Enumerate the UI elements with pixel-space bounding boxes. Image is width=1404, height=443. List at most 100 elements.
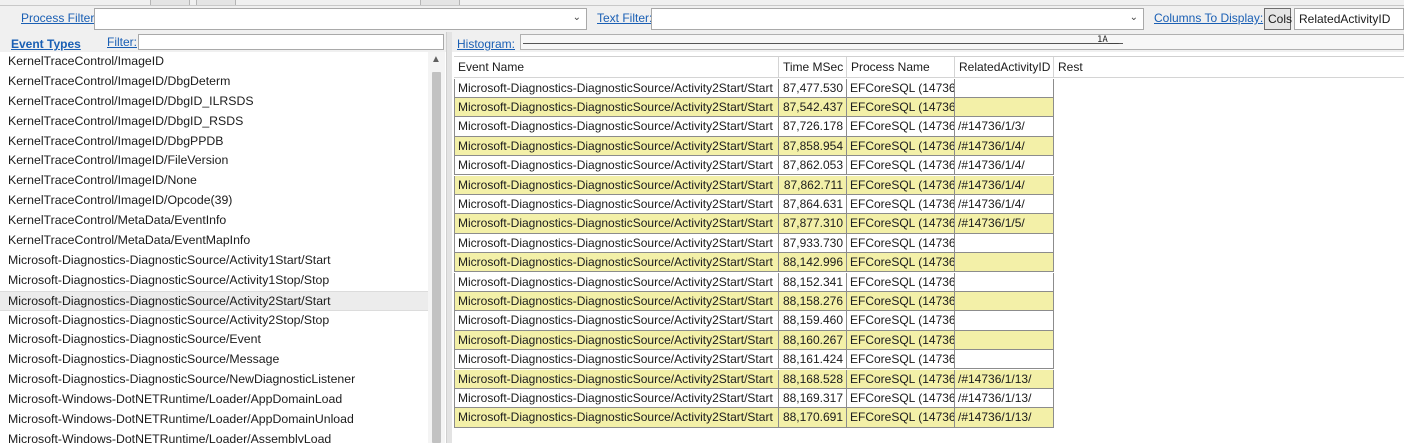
cell-process-name[interactable]: EFCoreSQL (14736): [847, 350, 955, 370]
table-row[interactable]: Microsoft-Diagnostics-DiagnosticSource/A…: [454, 330, 1054, 351]
chevron-down-icon[interactable]: ⌄: [1130, 12, 1138, 23]
cell-related-activity-id[interactable]: [955, 330, 1054, 351]
cell-related-activity-id[interactable]: /#14736/1/13/: [955, 408, 1054, 428]
event-type-item[interactable]: Microsoft-Windows-DotNETRuntime/Loader/A…: [0, 390, 428, 410]
table-row[interactable]: Microsoft-Diagnostics-DiagnosticSource/A…: [454, 97, 1054, 118]
scroll-up-icon[interactable]: ▲: [431, 54, 441, 65]
cell-event-name[interactable]: Microsoft-Diagnostics-DiagnosticSource/A…: [454, 175, 779, 195]
event-types-filter-input[interactable]: [138, 34, 444, 50]
table-row[interactable]: Microsoft-Diagnostics-DiagnosticSource/A…: [454, 233, 1054, 254]
table-row[interactable]: Microsoft-Diagnostics-DiagnosticSource/A…: [454, 214, 1054, 234]
table-row[interactable]: Microsoft-Diagnostics-DiagnosticSource/A…: [454, 369, 1054, 389]
event-type-item[interactable]: KernelTraceControl/ImageID/FileVersion: [0, 151, 428, 171]
panel-splitter[interactable]: [446, 32, 452, 443]
cell-time-msec[interactable]: 87,542.437: [779, 97, 847, 118]
cell-related-activity-id[interactable]: [955, 97, 1054, 118]
cell-related-activity-id[interactable]: /#14736/1/4/: [955, 136, 1054, 157]
cols-button[interactable]: Cols: [1264, 8, 1292, 30]
cell-related-activity-id[interactable]: [955, 311, 1054, 331]
table-row[interactable]: Microsoft-Diagnostics-DiagnosticSource/A…: [454, 388, 1054, 409]
scrollbar-thumb[interactable]: [432, 72, 441, 443]
cell-event-name[interactable]: Microsoft-Diagnostics-DiagnosticSource/A…: [454, 78, 779, 98]
cell-event-name[interactable]: Microsoft-Diagnostics-DiagnosticSource/A…: [454, 272, 779, 292]
cell-time-msec[interactable]: 88,160.267: [779, 330, 847, 351]
event-type-item[interactable]: Microsoft-Windows-DotNETRuntime/Loader/A…: [0, 430, 428, 443]
cell-time-msec[interactable]: 88,159.460: [779, 311, 847, 331]
cell-event-name[interactable]: Microsoft-Diagnostics-DiagnosticSource/A…: [454, 194, 779, 215]
table-row[interactable]: Microsoft-Diagnostics-DiagnosticSource/A…: [454, 175, 1054, 195]
cell-process-name[interactable]: EFCoreSQL (14736): [847, 214, 955, 234]
event-type-item[interactable]: KernelTraceControl/MetaData/EventInfo: [0, 211, 428, 231]
text-filter-combo[interactable]: ⌄: [651, 8, 1144, 30]
column-header-related-activity-id[interactable]: RelatedActivityID: [955, 57, 1054, 78]
cell-time-msec[interactable]: 88,170.691: [779, 408, 847, 428]
table-row[interactable]: Microsoft-Diagnostics-DiagnosticSource/A…: [454, 311, 1054, 331]
chevron-down-icon[interactable]: ⌄: [573, 12, 581, 23]
cell-process-name[interactable]: EFCoreSQL (14736): [847, 388, 955, 409]
event-type-item[interactable]: KernelTraceControl/ImageID/DbgPPDB: [0, 132, 428, 152]
cell-event-name[interactable]: Microsoft-Diagnostics-DiagnosticSource/A…: [454, 233, 779, 254]
event-type-item[interactable]: Microsoft-Diagnostics-DiagnosticSource/A…: [0, 290, 428, 311]
cell-process-name[interactable]: EFCoreSQL (14736): [847, 253, 955, 273]
cell-process-name[interactable]: EFCoreSQL (14736): [847, 117, 955, 137]
table-row[interactable]: Microsoft-Diagnostics-DiagnosticSource/A…: [454, 291, 1054, 312]
table-row[interactable]: Microsoft-Diagnostics-DiagnosticSource/A…: [454, 194, 1054, 215]
column-header-event-name[interactable]: Event Name: [454, 57, 779, 78]
event-types-list[interactable]: KernelTraceControl/ImageID KernelTraceCon…: [0, 52, 428, 443]
event-types-scrollbar[interactable]: ▲: [428, 52, 445, 443]
cell-process-name[interactable]: EFCoreSQL (14736): [847, 78, 955, 98]
cell-process-name[interactable]: EFCoreSQL (14736): [847, 291, 955, 312]
event-type-item[interactable]: KernelTraceControl/ImageID/DbgID_ILRSDS: [0, 92, 428, 112]
table-row[interactable]: Microsoft-Diagnostics-DiagnosticSource/A…: [454, 350, 1054, 370]
text-filter-link[interactable]: Text Filter:: [597, 11, 652, 25]
cell-event-name[interactable]: Microsoft-Diagnostics-DiagnosticSource/A…: [454, 97, 779, 118]
cell-related-activity-id[interactable]: /#14736/1/4/: [955, 156, 1054, 176]
event-type-item[interactable]: KernelTraceControl/ImageID/None: [0, 171, 428, 191]
cell-event-name[interactable]: Microsoft-Diagnostics-DiagnosticSource/A…: [454, 117, 779, 137]
cell-event-name[interactable]: Microsoft-Diagnostics-DiagnosticSource/A…: [454, 350, 779, 370]
cell-event-name[interactable]: Microsoft-Diagnostics-DiagnosticSource/A…: [454, 156, 779, 176]
cell-process-name[interactable]: EFCoreSQL (14736): [847, 136, 955, 157]
table-row[interactable]: Microsoft-Diagnostics-DiagnosticSource/A…: [454, 78, 1054, 98]
columns-to-display-input[interactable]: RelatedActivityID: [1294, 8, 1404, 30]
cell-event-name[interactable]: Microsoft-Diagnostics-DiagnosticSource/A…: [454, 330, 779, 351]
cell-event-name[interactable]: Microsoft-Diagnostics-DiagnosticSource/A…: [454, 214, 779, 234]
table-row[interactable]: Microsoft-Diagnostics-DiagnosticSource/A…: [454, 136, 1054, 157]
cell-event-name[interactable]: Microsoft-Diagnostics-DiagnosticSource/A…: [454, 388, 779, 409]
cell-time-msec[interactable]: 87,877.310: [779, 214, 847, 234]
cell-time-msec[interactable]: 87,477.530: [779, 78, 847, 98]
cell-time-msec[interactable]: 88,161.424: [779, 350, 847, 370]
cell-related-activity-id[interactable]: /#14736/1/4/: [955, 175, 1054, 195]
cell-event-name[interactable]: Microsoft-Diagnostics-DiagnosticSource/A…: [454, 136, 779, 157]
event-type-item[interactable]: Microsoft-Diagnostics-DiagnosticSource/A…: [0, 311, 428, 331]
cell-process-name[interactable]: EFCoreSQL (14736): [847, 233, 955, 254]
process-filter-link[interactable]: Process Filter:: [21, 11, 98, 25]
cell-related-activity-id[interactable]: [955, 233, 1054, 254]
cell-time-msec[interactable]: 87,864.631: [779, 194, 847, 215]
column-header-rest[interactable]: Rest: [1054, 57, 1404, 78]
cell-process-name[interactable]: EFCoreSQL (14736): [847, 175, 955, 195]
cell-related-activity-id[interactable]: [955, 291, 1054, 312]
cell-process-name[interactable]: EFCoreSQL (14736): [847, 194, 955, 215]
cell-event-name[interactable]: Microsoft-Diagnostics-DiagnosticSource/A…: [454, 369, 779, 389]
event-type-item[interactable]: KernelTraceControl/ImageID/Opcode(39): [0, 191, 428, 211]
cell-process-name[interactable]: EFCoreSQL (14736): [847, 369, 955, 389]
event-type-item[interactable]: Microsoft-Diagnostics-DiagnosticSource/A…: [0, 251, 428, 271]
cell-process-name[interactable]: EFCoreSQL (14736): [847, 330, 955, 351]
process-filter-combo[interactable]: ⌄: [94, 8, 587, 30]
cell-related-activity-id[interactable]: [955, 253, 1054, 273]
cell-process-name[interactable]: EFCoreSQL (14736): [847, 97, 955, 118]
cell-related-activity-id[interactable]: /#14736/1/4/: [955, 194, 1054, 215]
table-row[interactable]: Microsoft-Diagnostics-DiagnosticSource/A…: [454, 253, 1054, 273]
event-type-item[interactable]: KernelTraceControl/ImageID/DbgID_RSDS: [0, 112, 428, 132]
cell-event-name[interactable]: Microsoft-Diagnostics-DiagnosticSource/A…: [454, 311, 779, 331]
cell-related-activity-id[interactable]: [955, 78, 1054, 98]
cell-time-msec[interactable]: 88,168.528: [779, 369, 847, 389]
cell-event-name[interactable]: Microsoft-Diagnostics-DiagnosticSource/A…: [454, 291, 779, 312]
histogram-link[interactable]: Histogram:: [457, 37, 515, 51]
table-row[interactable]: Microsoft-Diagnostics-DiagnosticSource/A…: [454, 408, 1054, 428]
cell-process-name[interactable]: EFCoreSQL (14736): [847, 408, 955, 428]
table-row[interactable]: Microsoft-Diagnostics-DiagnosticSource/A…: [454, 272, 1054, 292]
event-type-item[interactable]: KernelTraceControl/ImageID/DbgDeterm: [0, 72, 428, 92]
event-type-item[interactable]: Microsoft-Windows-DotNETRuntime/Loader/A…: [0, 410, 428, 430]
